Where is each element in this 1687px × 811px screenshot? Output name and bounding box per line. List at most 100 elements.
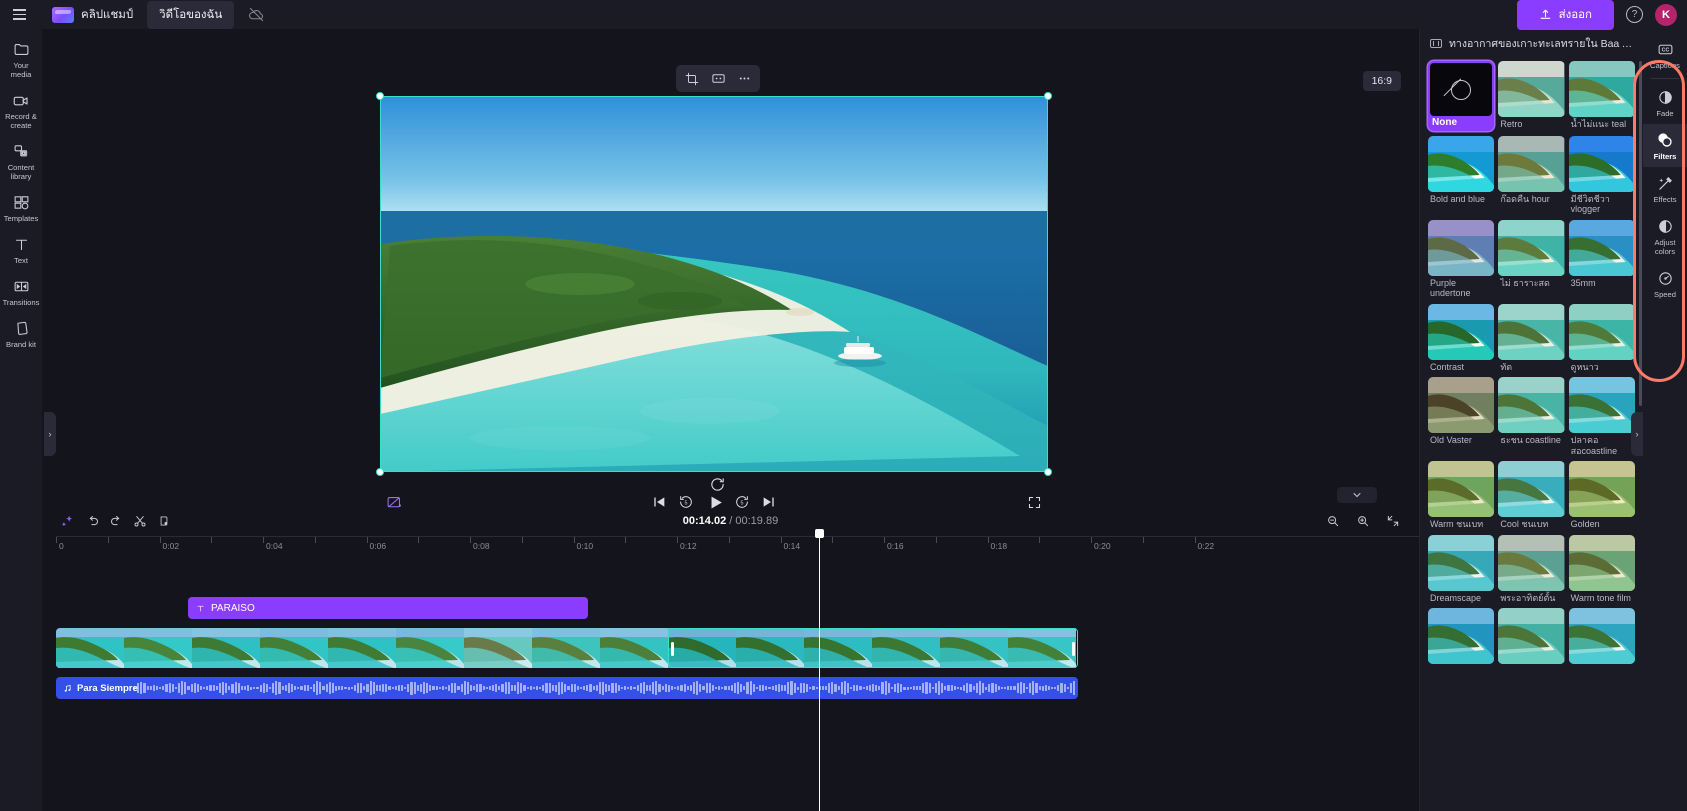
clip-text[interactable]: PARAISO	[188, 597, 588, 619]
playhead[interactable]	[819, 536, 820, 811]
no-filter-icon	[1451, 80, 1471, 100]
more-options-icon[interactable]	[732, 68, 756, 90]
filter-item[interactable]	[1569, 608, 1635, 666]
filter-thumbnail	[1428, 304, 1494, 360]
filter-item[interactable]: Contrast	[1428, 304, 1494, 373]
filter-thumbnail	[1569, 220, 1635, 276]
sidebar-item-brand-kit[interactable]: Brand kit	[0, 314, 42, 354]
filter-thumbnail	[1428, 220, 1494, 276]
filter-thumbnail	[1428, 461, 1494, 517]
expand-left-panel-button[interactable]: ›	[44, 412, 56, 456]
filter-item[interactable]: Old Vaster	[1428, 377, 1494, 456]
filter-item[interactable]: Golden	[1569, 461, 1635, 530]
avatar[interactable]: K	[1655, 4, 1677, 26]
clip-video[interactable]	[56, 628, 1078, 668]
collapse-preview-button[interactable]	[1337, 487, 1377, 503]
sidebar-item-text[interactable]: Text	[0, 230, 42, 270]
filter-thumbnail	[1498, 377, 1564, 433]
sidebar-item-your-media[interactable]: Your media	[0, 35, 42, 84]
filter-item[interactable]: ไม่ ธาราะสด	[1498, 220, 1564, 299]
filter-label: Purple undertone	[1428, 276, 1494, 299]
rewind-5s-icon[interactable]: 5	[676, 492, 696, 512]
skip-next-icon[interactable]	[759, 492, 779, 512]
filter-item[interactable]: ดูหนาว	[1569, 304, 1635, 373]
filter-item[interactable]: ปลาคอสอcoastline	[1569, 377, 1635, 456]
rightrail-label-captions: Captions	[1650, 61, 1680, 70]
crop-icon[interactable]	[680, 68, 704, 90]
top-bar-right: ส่งออก ? K	[1517, 0, 1677, 30]
forward-5s-icon[interactable]: 5	[732, 492, 752, 512]
cloud-off-icon[interactable]	[248, 6, 265, 23]
text-clip-icon	[196, 604, 205, 613]
split-clip-icon[interactable]	[383, 491, 405, 513]
sidebar-label-transitions: Transitions	[3, 298, 40, 307]
filter-item[interactable]: None	[1428, 61, 1494, 131]
clip-audio[interactable]: Para Siempre	[56, 677, 1078, 699]
templates-icon	[13, 194, 30, 211]
filter-item[interactable]: Warm tone film	[1569, 535, 1635, 604]
sidebar-item-record-create[interactable]: Record & create	[0, 86, 42, 135]
video-preview[interactable]	[380, 96, 1048, 472]
aspect-ratio-badge[interactable]: 16:9	[1363, 71, 1401, 91]
rightrail-item-filters[interactable]: Filters	[1643, 124, 1687, 167]
filter-item[interactable]: ธะชน coastline	[1498, 377, 1564, 456]
filter-grid: NoneRetro น้ำไม่แนะ teal Bold and blueก๊อด…	[1420, 57, 1643, 811]
filter-item[interactable]: Cool ชนเบท	[1498, 461, 1564, 530]
filter-item[interactable]: 35mm	[1569, 220, 1635, 299]
play-icon[interactable]	[704, 491, 726, 513]
filter-item[interactable]: Retro	[1498, 61, 1564, 131]
brand: คลิปแชมป์	[52, 6, 133, 24]
hamburger-icon[interactable]	[8, 4, 30, 26]
rightrail-item-fade[interactable]: Fade	[1643, 81, 1687, 124]
filter-item[interactable]: Warm ชนเบท	[1428, 461, 1494, 530]
filter-item[interactable]: Purple undertone	[1428, 220, 1494, 299]
text-icon	[13, 236, 30, 253]
svg-text:5: 5	[741, 500, 744, 506]
skip-previous-icon[interactable]	[649, 492, 669, 512]
filter-item[interactable]: พระอาทิตย์ตั้น	[1498, 535, 1564, 604]
filter-item[interactable]: Bold and blue	[1428, 136, 1494, 215]
clip-thumbnail	[872, 628, 940, 668]
rightrail-item-effects[interactable]: Effects	[1643, 167, 1687, 210]
collapse-right-panel-button[interactable]: ›	[1631, 412, 1643, 456]
filter-item[interactable]: มีชีวิตชีวา vlogger	[1569, 136, 1635, 215]
clip-thumbnail	[668, 628, 736, 668]
sidebar-item-templates[interactable]: Templates	[0, 188, 42, 228]
timeline: 00:14.02 / 00:19.89	[42, 506, 1419, 811]
filter-thumbnail	[1498, 304, 1564, 360]
timeline-ruler[interactable]: 00:020:040:060:080:100:120:140:160:180:2…	[56, 536, 1419, 556]
filter-label: น้ำไม่แนะ teal	[1569, 117, 1635, 130]
filter-item[interactable]: ทัต	[1498, 304, 1564, 373]
filter-item[interactable]: Dreamscape	[1428, 535, 1494, 604]
sidebar-label-templates: Templates	[4, 214, 39, 223]
filter-item[interactable]	[1428, 608, 1494, 666]
rightrail-item-captions[interactable]: CC Captions	[1643, 33, 1687, 76]
sidebar-label-content-library: Content library	[2, 163, 40, 181]
resize-handle-top-right[interactable]	[1044, 92, 1052, 100]
filter-item[interactable]: ก๊อดคืน hour	[1498, 136, 1564, 215]
panel-scrollbar[interactable]	[1639, 61, 1642, 406]
resize-handle-bottom-right[interactable]	[1044, 468, 1052, 476]
folder-icon	[13, 41, 30, 58]
fit-screen-icon[interactable]	[706, 68, 730, 90]
export-button[interactable]: ส่งออก	[1517, 0, 1614, 30]
rightrail-item-speed[interactable]: Speed	[1643, 262, 1687, 305]
track-audio: Para Siempre	[56, 677, 1419, 699]
panel-header: ทางอากาศของเกาะทะเลทรายใน Baa Auto...	[1420, 29, 1643, 57]
rightrail-item-adjust-colors[interactable]: Adjust colors	[1643, 210, 1687, 262]
filter-label	[1569, 664, 1635, 666]
resize-handle-bottom-left[interactable]	[376, 468, 384, 476]
sidebar-item-content-library[interactable]: Content library	[0, 137, 42, 186]
filters-panel: ทางอากาศของเกาะทะเลทรายใน Baa Auto... No…	[1419, 29, 1643, 811]
project-tab[interactable]: วิดีโอของฉัน	[147, 1, 234, 29]
help-icon[interactable]: ?	[1626, 6, 1643, 23]
resize-handle-top-left[interactable]	[376, 92, 384, 100]
filter-item[interactable]: น้ำไม่แนะ teal	[1569, 61, 1635, 131]
filter-item[interactable]	[1498, 608, 1564, 666]
fullscreen-icon[interactable]	[1024, 492, 1044, 512]
filter-label	[1498, 664, 1564, 666]
rightrail-label-effects: Effects	[1653, 195, 1676, 204]
clip-audio-label: Para Siempre	[77, 683, 138, 694]
filter-thumbnail	[1569, 136, 1635, 192]
sidebar-item-transitions[interactable]: Transitions	[0, 272, 42, 312]
